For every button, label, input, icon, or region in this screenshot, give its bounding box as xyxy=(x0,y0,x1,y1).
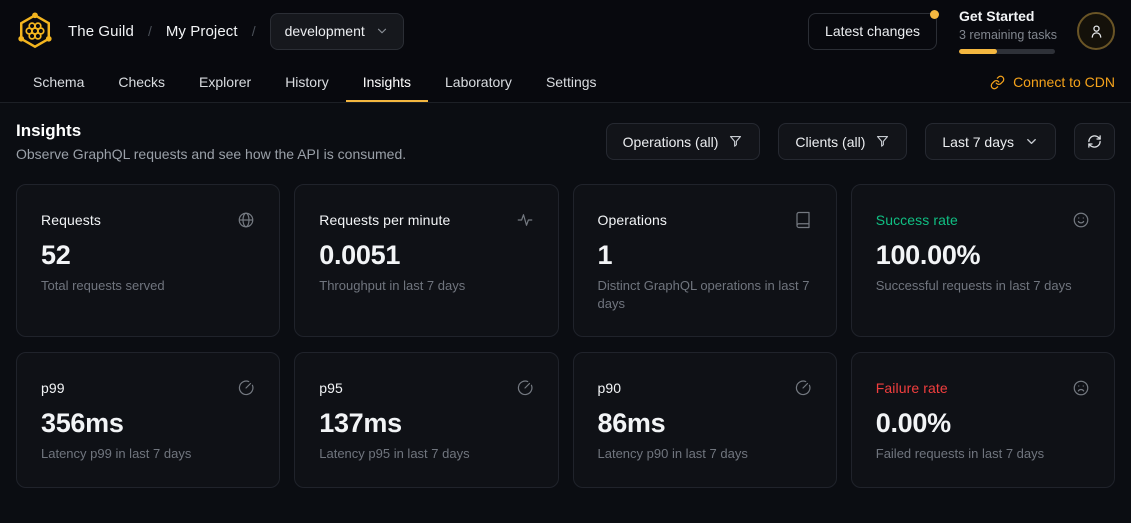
insights-page: Insights Observe GraphQL requests and se… xyxy=(0,103,1131,488)
breadcrumb-org[interactable]: The Guild xyxy=(68,23,134,40)
page-subtitle: Observe GraphQL requests and see how the… xyxy=(16,146,406,162)
latest-changes-label: Latest changes xyxy=(825,23,920,39)
period-filter-button[interactable]: Last 7 days xyxy=(925,123,1056,160)
tab-laboratory[interactable]: Laboratory xyxy=(428,62,529,102)
card-label: p95 xyxy=(319,380,343,396)
card-label: Failure rate xyxy=(876,380,948,396)
stat-card-requests: Requests 52 Total requests served xyxy=(16,184,280,337)
user-avatar[interactable] xyxy=(1077,12,1115,50)
top-header: The Guild / My Project / development Lat… xyxy=(0,0,1131,62)
card-label: Success rate xyxy=(876,212,958,228)
card-value: 0.0051 xyxy=(319,240,533,271)
frown-icon xyxy=(1072,379,1090,397)
project-nav-tabs: Schema Checks Explorer History Insights … xyxy=(0,62,1131,103)
refresh-button[interactable] xyxy=(1074,123,1115,160)
connect-to-cdn-link[interactable]: Connect to CDN xyxy=(990,62,1115,102)
activity-icon xyxy=(516,211,534,229)
card-label: p99 xyxy=(41,380,65,396)
guild-hive-logo-icon[interactable] xyxy=(16,12,54,50)
stat-card-failure-rate: Failure rate 0.00% Failed requests in la… xyxy=(851,352,1115,488)
connect-to-cdn-label: Connect to CDN xyxy=(1013,74,1115,90)
card-description: Successful requests in last 7 days xyxy=(876,277,1090,295)
target-selector-dropdown[interactable]: development xyxy=(270,13,404,50)
card-value: 52 xyxy=(41,240,255,271)
page-title: Insights xyxy=(16,121,406,141)
chevron-down-icon xyxy=(375,24,389,38)
card-description: Failed requests in last 7 days xyxy=(876,445,1090,463)
tab-schema[interactable]: Schema xyxy=(16,62,101,102)
page-heading: Insights Observe GraphQL requests and se… xyxy=(16,121,406,162)
card-description: Total requests served xyxy=(41,277,255,295)
breadcrumb-project[interactable]: My Project xyxy=(166,23,238,40)
card-description: Latency p95 in last 7 days xyxy=(319,445,533,463)
notification-dot xyxy=(930,10,939,19)
card-label: p90 xyxy=(598,380,622,396)
gauge-icon xyxy=(237,379,255,397)
gauge-icon xyxy=(516,379,534,397)
book-icon xyxy=(794,211,812,229)
card-value: 0.00% xyxy=(876,408,1090,439)
card-value: 137ms xyxy=(319,408,533,439)
stat-card-p95: p95 137ms Latency p95 in last 7 days xyxy=(294,352,558,488)
tab-checks[interactable]: Checks xyxy=(101,62,182,102)
breadcrumb-separator: / xyxy=(148,23,152,39)
funnel-icon xyxy=(875,134,890,149)
stat-card-p90: p90 86ms Latency p90 in last 7 days xyxy=(573,352,837,488)
stat-card-success-rate: Success rate 100.00% Successful requests… xyxy=(851,184,1115,337)
get-started-progress-fill xyxy=(959,49,997,54)
tab-history[interactable]: History xyxy=(268,62,346,102)
tab-explorer[interactable]: Explorer xyxy=(182,62,268,102)
period-filter-label: Last 7 days xyxy=(942,134,1014,150)
card-description: Throughput in last 7 days xyxy=(319,277,533,295)
get-started-widget[interactable]: Get Started 3 remaining tasks xyxy=(959,8,1055,54)
card-description: Distinct GraphQL operations in last 7 da… xyxy=(598,277,812,312)
link-icon xyxy=(990,75,1005,90)
latest-changes-button[interactable]: Latest changes xyxy=(808,13,937,50)
card-value: 1 xyxy=(598,240,812,271)
card-label: Requests xyxy=(41,212,101,228)
card-value: 86ms xyxy=(598,408,812,439)
card-label: Operations xyxy=(598,212,667,228)
smile-icon xyxy=(1072,211,1090,229)
filter-toolbar: Operations (all) Clients (all) Last 7 da… xyxy=(606,123,1115,160)
card-label: Requests per minute xyxy=(319,212,450,228)
stat-card-operations: Operations 1 Distinct GraphQL operations… xyxy=(573,184,837,337)
target-selector-value: development xyxy=(285,23,365,39)
clients-filter-button[interactable]: Clients (all) xyxy=(778,123,907,160)
stat-card-requests-per-minute: Requests per minute 0.0051 Throughput in… xyxy=(294,184,558,337)
card-value: 356ms xyxy=(41,408,255,439)
stats-grid: Requests 52 Total requests served Reques… xyxy=(16,184,1115,488)
clients-filter-label: Clients (all) xyxy=(795,134,865,150)
card-value: 100.00% xyxy=(876,240,1090,271)
operations-filter-button[interactable]: Operations (all) xyxy=(606,123,761,160)
get-started-title: Get Started xyxy=(959,8,1055,26)
globe-icon xyxy=(237,211,255,229)
funnel-icon xyxy=(728,134,743,149)
get-started-progress-bar xyxy=(959,49,1055,54)
chevron-down-icon xyxy=(1024,134,1039,149)
stat-card-p99: p99 356ms Latency p99 in last 7 days xyxy=(16,352,280,488)
tab-insights[interactable]: Insights xyxy=(346,62,428,102)
person-icon xyxy=(1088,23,1105,40)
operations-filter-label: Operations (all) xyxy=(623,134,719,150)
tab-settings[interactable]: Settings xyxy=(529,62,614,102)
gauge-icon xyxy=(794,379,812,397)
card-description: Latency p99 in last 7 days xyxy=(41,445,255,463)
get-started-remaining-tasks: 3 remaining tasks xyxy=(959,27,1055,43)
card-description: Latency p90 in last 7 days xyxy=(598,445,812,463)
breadcrumb-separator: / xyxy=(252,23,256,39)
refresh-icon xyxy=(1087,134,1102,149)
